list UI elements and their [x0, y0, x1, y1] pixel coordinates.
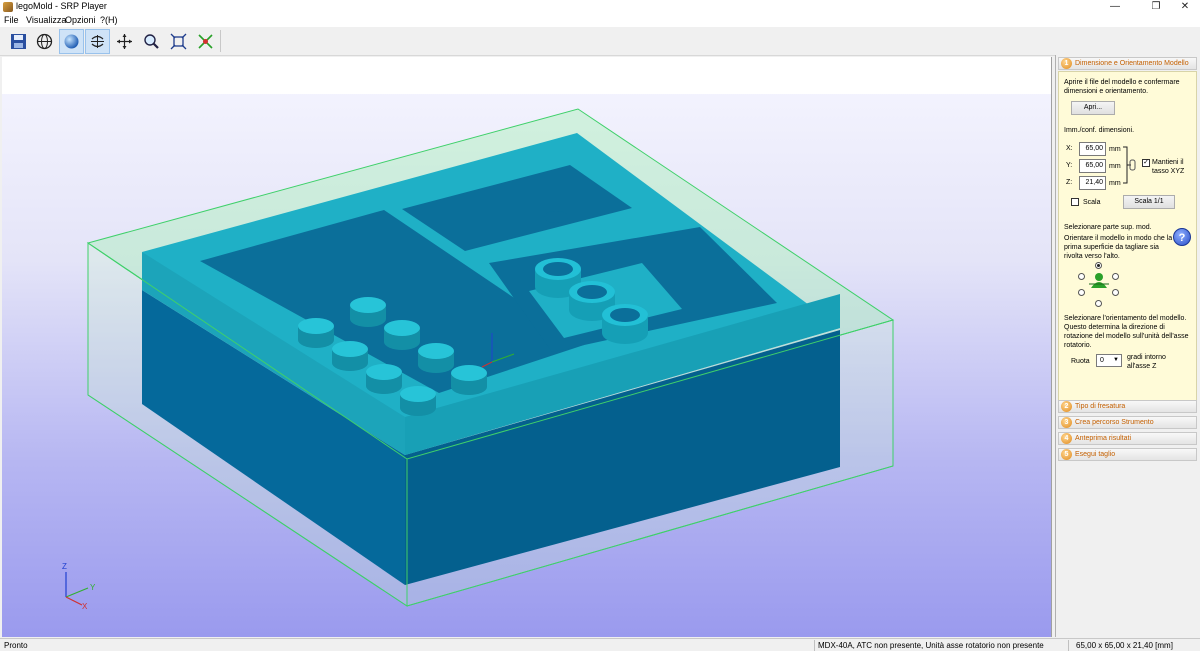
- step-number-icon: 2: [1061, 401, 1072, 412]
- y-unit: mm: [1109, 163, 1121, 170]
- y-label: Y:: [1066, 162, 1073, 169]
- section-title: Dimensione e Orientamento Modello: [1075, 60, 1189, 67]
- orient-radio-top[interactable]: [1095, 262, 1102, 269]
- app-window: legoMold - SRP Player — ❐ ✕ File Visuali…: [0, 0, 1200, 651]
- model-scene: [65, 108, 895, 607]
- orient-radio-top-left[interactable]: [1078, 273, 1085, 280]
- chevron-down-icon: ▼: [1113, 357, 1119, 363]
- pan-icon: [117, 34, 132, 49]
- scale-label: Scala: [1083, 199, 1101, 206]
- side-panel: 1 Dimensione e Orientamento Modello Apri…: [1055, 55, 1200, 637]
- status-divider: [1068, 640, 1069, 651]
- rotate-icon: [91, 35, 104, 48]
- title-bar: legoMold - SRP Player — ❐ ✕: [0, 0, 1200, 14]
- section-dimension-orientation[interactable]: 1 Dimensione e Orientamento Modello: [1058, 57, 1197, 70]
- save-button[interactable]: [6, 29, 31, 54]
- rotate-label: Ruota: [1071, 358, 1090, 365]
- x-field[interactable]: 65,00: [1079, 142, 1106, 156]
- dims-label: Imm./conf. dimensioni.: [1064, 127, 1135, 134]
- globe-icon: [36, 33, 53, 50]
- scale-checkbox[interactable]: [1071, 198, 1079, 206]
- zoom-icon: [144, 34, 159, 49]
- surface-title: Selezionare parte sup. mod.: [1064, 224, 1152, 231]
- fit-view-button[interactable]: [166, 29, 191, 54]
- orient-radio-top-right[interactable]: [1112, 273, 1119, 280]
- section-title: Tipo di fresatura: [1075, 403, 1126, 410]
- toolbar: [0, 27, 1200, 56]
- z-field[interactable]: 21,40: [1079, 176, 1106, 190]
- rotate-view-button[interactable]: [85, 29, 110, 54]
- axes-icon: [198, 34, 213, 49]
- sphere-icon: [64, 34, 79, 49]
- step-number-icon: 1: [1061, 58, 1072, 69]
- menu-bar: File Visualizza Opzioni ?(H): [0, 14, 1200, 27]
- y-field[interactable]: 65,00: [1079, 159, 1106, 173]
- menu-visualizza[interactable]: Visualizza: [26, 15, 66, 25]
- menu-file[interactable]: File: [4, 15, 19, 25]
- app-icon: [3, 2, 13, 12]
- zoom-button[interactable]: [139, 29, 164, 54]
- link-bracket-icon: [1123, 146, 1136, 184]
- section-title: Crea percorso Strumento: [1075, 419, 1154, 426]
- orient-radio-bottom-left[interactable]: [1078, 289, 1085, 296]
- close-button[interactable]: ✕: [1170, 0, 1200, 14]
- minimize-button[interactable]: —: [1100, 0, 1130, 14]
- toolbar-separator: [220, 30, 221, 52]
- section-dimension-body: Aprire il file del modello e confermare …: [1058, 71, 1197, 402]
- menu-opzioni[interactable]: Opzioni: [65, 15, 96, 25]
- rotate-suffix: gradi intorno all'asse Z: [1127, 354, 1166, 370]
- x-unit: mm: [1109, 146, 1121, 153]
- window-title: legoMold - SRP Player: [16, 1, 107, 11]
- z-unit: mm: [1109, 180, 1121, 187]
- 3d-viewport[interactable]: Z Y X: [2, 57, 1052, 637]
- help-icon[interactable]: ?: [1173, 228, 1191, 246]
- step-number-icon: 3: [1061, 417, 1072, 428]
- fit-view-icon: [170, 33, 187, 50]
- status-bar: Pronto MDX-40A, ATC non presente, Unità …: [0, 638, 1200, 651]
- axes-button[interactable]: [193, 29, 218, 54]
- maximize-button[interactable]: ❐: [1141, 0, 1171, 14]
- open-button[interactable]: Apri...: [1071, 101, 1115, 115]
- world-view-button[interactable]: [32, 29, 57, 54]
- orientation-figure-icon: [1089, 273, 1109, 288]
- section-toolpath[interactable]: 3 Crea percorso Strumento: [1058, 416, 1197, 429]
- section-milling-type[interactable]: 2 Tipo di fresatura: [1058, 400, 1197, 413]
- keep-ratio-label: Mantieni il tasso XYZ: [1152, 159, 1185, 175]
- surface-desc: Orientare il modello in modo che la prim…: [1064, 235, 1173, 260]
- shaded-view-button[interactable]: [59, 29, 84, 54]
- orient-radio-bottom[interactable]: [1095, 300, 1102, 307]
- save-icon: [11, 34, 26, 49]
- scale-1-1-button[interactable]: Scala 1/1: [1123, 195, 1175, 209]
- rotate-select[interactable]: 0 ▼: [1096, 354, 1122, 367]
- z-label: Z:: [1066, 179, 1073, 186]
- axis-indicator: [65, 572, 89, 606]
- axis-label-y: Y: [90, 583, 96, 592]
- status-divider: [814, 640, 815, 651]
- section-title: Esegui taglio: [1075, 451, 1116, 458]
- pan-view-button[interactable]: [112, 29, 137, 54]
- orient-radio-bottom-right[interactable]: [1112, 289, 1119, 296]
- status-ready: Pronto: [4, 641, 28, 650]
- orientation-desc: Selezionare l'orientamento del modello. …: [1064, 315, 1189, 349]
- step-number-icon: 4: [1061, 433, 1072, 444]
- menu-help[interactable]: ?(H): [100, 15, 118, 25]
- step-number-icon: 5: [1061, 449, 1072, 460]
- intro-text: Aprire il file del modello e confermare …: [1064, 79, 1180, 95]
- x-label: X:: [1066, 145, 1073, 152]
- axis-label-z: Z: [62, 562, 67, 571]
- axis-label-x: X: [82, 602, 88, 611]
- section-title: Anteprima risultati: [1075, 435, 1132, 442]
- keep-ratio-checkbox[interactable]: ✓: [1142, 159, 1150, 167]
- section-cut[interactable]: 5 Esegui taglio: [1058, 448, 1197, 461]
- section-preview[interactable]: 4 Anteprima risultati: [1058, 432, 1197, 445]
- rotate-select-value: 0: [1100, 357, 1104, 364]
- status-size: 65,00 x 65,00 x 21,40 [mm]: [1076, 641, 1173, 650]
- status-machine: MDX-40A, ATC non presente, Unità asse ro…: [818, 641, 1044, 650]
- hole: [544, 211, 568, 223]
